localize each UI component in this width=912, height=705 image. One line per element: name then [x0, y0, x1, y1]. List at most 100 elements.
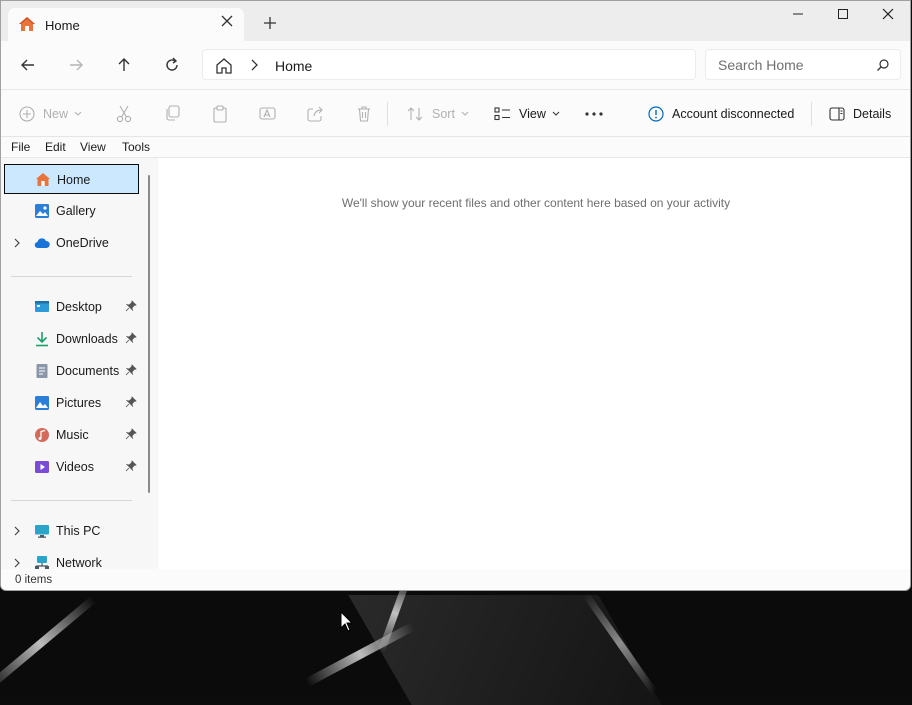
- pin-icon[interactable]: [125, 396, 137, 408]
- new-button-label: New: [43, 107, 69, 121]
- tab-title: Home: [45, 18, 80, 33]
- chevron-down-icon: [74, 111, 82, 116]
- music-icon: [35, 428, 49, 442]
- wallpaper-streak: [0, 595, 97, 693]
- search-box[interactable]: [705, 49, 901, 80]
- mouse-cursor-icon: [340, 611, 354, 632]
- sidebar-item-label: Home: [57, 173, 91, 187]
- sidebar-item-label: Downloads: [56, 332, 118, 346]
- empty-state-message: We'll show your recent files and other c…: [341, 196, 731, 210]
- search-input[interactable]: [718, 56, 868, 74]
- sidebar-item-gallery[interactable]: Gallery: [4, 196, 139, 226]
- address-bar[interactable]: Home: [202, 49, 696, 80]
- new-tab-button[interactable]: [261, 15, 279, 33]
- sidebar-item-label: Documents: [56, 364, 120, 378]
- sidebar-item-videos[interactable]: Videos: [4, 452, 139, 482]
- menu-view[interactable]: View: [80, 140, 106, 154]
- paste-icon[interactable]: [212, 105, 228, 123]
- chevron-down-icon: [552, 111, 560, 116]
- documents-icon: [36, 364, 48, 378]
- navigation-pane-scrollbar[interactable]: [148, 175, 150, 493]
- tab-close-icon[interactable]: [219, 15, 235, 31]
- sort-button-label: Sort: [432, 107, 455, 121]
- toolbar-divider: [387, 102, 388, 126]
- pin-icon[interactable]: [125, 428, 137, 440]
- sidebar-item-label: Gallery: [56, 204, 96, 218]
- share-icon[interactable]: [307, 105, 324, 122]
- search-icon[interactable]: [876, 58, 890, 72]
- chevron-right-icon[interactable]: [13, 238, 21, 248]
- view-button[interactable]: View: [494, 104, 560, 124]
- account-disconnected-button[interactable]: Account disconnected: [648, 104, 794, 124]
- chevron-right-icon[interactable]: [249, 58, 259, 72]
- new-button[interactable]: New: [19, 104, 82, 124]
- sidebar-divider: [11, 500, 132, 501]
- sidebar-divider: [11, 276, 132, 277]
- sidebar-item-downloads[interactable]: Downloads: [4, 324, 139, 354]
- close-window-button[interactable]: [873, 7, 903, 27]
- cut-icon[interactable]: [116, 105, 132, 123]
- plus-circle-icon: [19, 106, 35, 122]
- account-status-label: Account disconnected: [672, 107, 795, 121]
- sidebar-item-home[interactable]: Home: [4, 164, 139, 194]
- chevron-right-icon[interactable]: [13, 558, 21, 568]
- file-explorer-window: Home Home Search Home New Sort View Acco…: [0, 0, 911, 591]
- up-arrow-icon[interactable]: [114, 55, 134, 75]
- sidebar-item-label: Network: [56, 556, 102, 570]
- delete-icon[interactable]: [356, 105, 372, 122]
- view-button-label: View: [519, 107, 546, 121]
- sidebar-item-documents[interactable]: Documents: [4, 356, 139, 386]
- desktop-folder-icon: [35, 301, 49, 312]
- command-bar: New Sort View Account disconnected Detai…: [1, 90, 910, 137]
- view-layout-icon: [494, 107, 510, 121]
- breadcrumb-home[interactable]: Home: [275, 58, 312, 74]
- menu-tools[interactable]: Tools: [122, 140, 150, 154]
- sidebar-item-pictures[interactable]: Pictures: [4, 388, 139, 418]
- this-pc-icon: [35, 525, 49, 538]
- gallery-icon: [35, 204, 49, 218]
- sidebar-item-label: Desktop: [56, 300, 102, 314]
- sidebar-item-music[interactable]: Music: [4, 420, 139, 450]
- downloads-icon: [36, 332, 48, 347]
- details-pane-icon: [829, 107, 845, 121]
- tab-home[interactable]: Home: [8, 8, 244, 41]
- maximize-button[interactable]: [828, 7, 858, 27]
- title-bar: Home: [1, 1, 910, 41]
- address-home-icon[interactable]: [215, 57, 233, 75]
- more-options-icon[interactable]: [585, 112, 603, 116]
- menu-edit[interactable]: Edit: [45, 140, 66, 154]
- forward-arrow-icon[interactable]: [66, 55, 86, 75]
- pin-icon[interactable]: [125, 364, 137, 376]
- pin-icon[interactable]: [125, 300, 137, 312]
- file-list-area[interactable]: We'll show your recent files and other c…: [158, 158, 910, 569]
- copy-icon[interactable]: [164, 105, 180, 122]
- sidebar-item-desktop[interactable]: Desktop: [4, 292, 139, 322]
- details-button[interactable]: Details: [829, 104, 891, 124]
- item-count: 0 items: [15, 574, 53, 586]
- details-button-label: Details: [853, 107, 892, 121]
- sidebar-item-onedrive[interactable]: OneDrive: [4, 228, 139, 258]
- back-arrow-icon[interactable]: [18, 55, 38, 75]
- sidebar-item-label: Music: [56, 428, 89, 442]
- pin-icon[interactable]: [125, 332, 137, 344]
- videos-icon: [35, 461, 49, 473]
- onedrive-icon: [34, 238, 50, 249]
- sidebar-item-this-pc[interactable]: This PC: [4, 516, 139, 546]
- sidebar-item-label: This PC: [56, 524, 101, 538]
- chevron-down-icon: [461, 111, 469, 116]
- info-alert-icon: [648, 106, 664, 122]
- minimize-button[interactable]: [783, 7, 813, 27]
- sort-icon: [407, 107, 423, 121]
- refresh-icon[interactable]: [162, 55, 182, 75]
- sidebar-item-label: Videos: [56, 460, 94, 474]
- navigation-bar: Home: [1, 41, 910, 90]
- home-icon: [36, 173, 50, 186]
- menu-file[interactable]: File: [11, 140, 30, 154]
- pin-icon[interactable]: [125, 460, 137, 472]
- chevron-right-icon[interactable]: [13, 526, 21, 536]
- pictures-icon: [35, 396, 49, 410]
- sidebar-item-label: OneDrive: [56, 236, 109, 250]
- sort-button[interactable]: Sort: [406, 104, 469, 124]
- rename-icon[interactable]: [259, 105, 276, 122]
- home-icon: [19, 17, 35, 31]
